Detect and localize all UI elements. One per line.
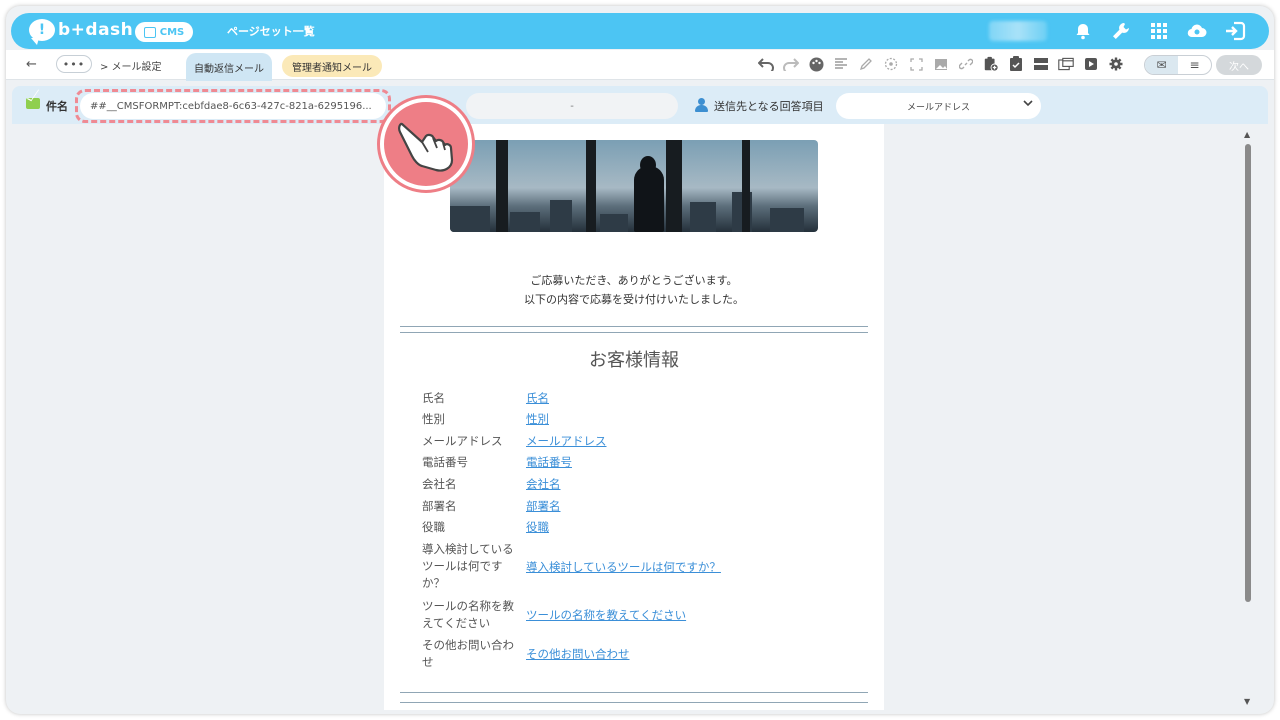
mail-body: ご応募いただき、ありがとうございます。 以下の内容で応募を受け付けいたしました。…: [384, 124, 884, 710]
tab-admin-notify-mail[interactable]: 管理者通知メール: [282, 55, 382, 77]
scroll-down-arrow[interactable]: ▼: [1244, 697, 1250, 706]
recipient-field-label: 送信先となる回答項目: [714, 100, 824, 113]
user-name-blurred: [989, 21, 1047, 41]
mail-settings-row: 件名 ##__CMSFORMPT:cebfdae8-6c63-427c-821a…: [12, 86, 1268, 124]
redo-icon[interactable]: [783, 55, 799, 73]
field-value[interactable]: 性別: [526, 411, 549, 428]
bell-icon[interactable]: [1071, 19, 1095, 43]
section-title: お客様情報: [589, 350, 679, 371]
field-label: 性別: [422, 412, 445, 426]
mail-canvas: ご応募いただき、ありがとうございます。 以下の内容で応募を受け付けいたしました。…: [18, 124, 1256, 710]
field-label: 導入検討している ツールは何です か？: [422, 542, 514, 590]
logo[interactable]: ! b+dash: [29, 19, 134, 45]
tab-auto-reply-mail[interactable]: 自動返信メール: [186, 53, 272, 81]
divider: [400, 702, 868, 703]
window-icon[interactable]: [1058, 55, 1074, 73]
field-value[interactable]: その他お問い合わせ: [526, 646, 630, 663]
recipient-field-select[interactable]: メールアドレス: [836, 93, 1041, 119]
field-value[interactable]: ツールの名称を教えてください: [526, 607, 686, 624]
person-icon: [694, 98, 708, 112]
text-align-icon[interactable]: [833, 55, 849, 73]
wrench-icon[interactable]: [1109, 19, 1133, 43]
logo-text: b+dash: [58, 20, 134, 40]
breadcrumb[interactable]: > メール設定: [100, 58, 162, 73]
field-value[interactable]: 電話番号: [526, 454, 572, 471]
edit-icon: [143, 26, 156, 38]
editor-toolbar: ← ••• > メール設定 自動返信メール 管理者通知メール ✉ ≡ 次へ: [6, 50, 1274, 81]
pointing-hand-icon: [380, 98, 472, 190]
cloud-icon[interactable]: [1185, 19, 1209, 43]
scroll-thumb[interactable]: [1245, 144, 1251, 602]
target-icon[interactable]: [883, 55, 899, 73]
divider: [400, 692, 868, 693]
play-icon[interactable]: [1083, 55, 1099, 73]
field-label: 役職: [422, 520, 445, 534]
grid-icon[interactable]: [1147, 19, 1171, 43]
back-button[interactable]: ←: [26, 57, 37, 72]
gear-icon[interactable]: [1108, 55, 1124, 73]
recipient-field-value: メールアドレス: [906, 102, 970, 113]
logo-icon: !: [29, 19, 55, 45]
chevron-down-icon: [1023, 99, 1033, 110]
field-value[interactable]: 導入検討しているツールは何ですか？: [526, 559, 721, 576]
link-icon[interactable]: [958, 55, 974, 73]
logout-icon[interactable]: [1223, 19, 1247, 43]
cms-button[interactable]: CMS: [135, 22, 193, 42]
fullscreen-icon[interactable]: [908, 55, 924, 73]
next-button[interactable]: 次へ: [1216, 55, 1262, 75]
field-value[interactable]: メールアドレス: [526, 433, 607, 450]
field-value[interactable]: 部署名: [526, 498, 561, 515]
mail-icon: [26, 98, 40, 109]
layout-icon[interactable]: [1033, 55, 1049, 73]
clipboard-add-icon[interactable]: [983, 55, 999, 73]
divider: [400, 326, 868, 327]
intro-line-1: ご応募いただき、ありがとうございます。: [530, 274, 738, 287]
image-icon[interactable]: [933, 55, 949, 73]
vertical-scrollbar[interactable]: ▲ ▼: [1244, 130, 1252, 706]
field-label: 部署名: [422, 499, 457, 513]
view-toggle: ✉ ≡: [1144, 55, 1212, 75]
divider: [400, 332, 868, 333]
field-label: 電話番号: [422, 455, 468, 469]
palette-icon[interactable]: [808, 55, 824, 73]
clipboard-check-icon[interactable]: [1008, 55, 1024, 73]
view-mail-button[interactable]: ✉: [1145, 56, 1178, 74]
app-window: ! b+dash CMS ページセット一覧 ← ••• > メール設定 自動返信…: [6, 6, 1274, 714]
field-value[interactable]: 役職: [526, 519, 549, 536]
sender-input[interactable]: -: [466, 93, 678, 119]
view-text-button[interactable]: ≡: [1178, 56, 1211, 74]
intro-line-2: 以下の内容で応募を受け付けいたしました。: [524, 293, 744, 306]
field-label: その他お問い合わ せ: [422, 638, 514, 669]
pen-icon[interactable]: [858, 55, 874, 73]
field-label: 氏名: [422, 391, 445, 405]
field-value[interactable]: 氏名: [526, 390, 549, 407]
undo-icon[interactable]: [758, 55, 774, 73]
scroll-up-arrow[interactable]: ▲: [1244, 130, 1250, 139]
page-set-list-link[interactable]: ページセット一覧: [227, 23, 315, 39]
cms-label: CMS: [159, 26, 185, 38]
highlight-dashed-outline: [75, 89, 391, 123]
field-label: ツールの名称を教 えてください: [422, 599, 514, 630]
field-label: 会社名: [422, 477, 457, 491]
subject-label: 件名: [46, 100, 68, 113]
top-header: ! b+dash CMS ページセット一覧: [11, 13, 1269, 49]
more-button[interactable]: •••: [56, 55, 92, 73]
field-value[interactable]: 会社名: [526, 476, 561, 493]
field-label: メールアドレス: [422, 434, 503, 448]
header-image[interactable]: [450, 140, 818, 232]
